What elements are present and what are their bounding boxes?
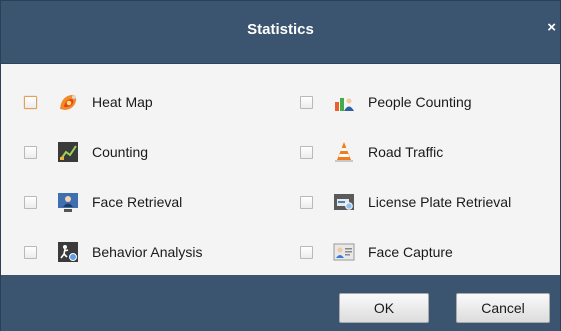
- face-retrieval-checkbox[interactable]: [24, 195, 37, 209]
- option-license-plate-retrieval[interactable]: License Plate Retrieval: [300, 187, 511, 217]
- option-face-capture[interactable]: Face Capture: [300, 237, 453, 267]
- road-traffic-checkbox[interactable]: [300, 145, 313, 159]
- face-capture-checkbox[interactable]: [300, 245, 313, 259]
- cancel-button[interactable]: Cancel: [456, 293, 550, 323]
- option-road-traffic[interactable]: Road Traffic: [300, 137, 443, 167]
- license-plate-retrieval-checkbox[interactable]: [300, 195, 313, 209]
- close-icon[interactable]: ×: [547, 19, 556, 36]
- road-traffic-label: Road Traffic: [368, 144, 444, 160]
- dialog-titlebar: Statistics ×: [1, 1, 560, 64]
- option-heat-map[interactable]: Heat Map: [24, 87, 153, 117]
- option-people-counting[interactable]: People Counting: [300, 87, 472, 117]
- option-counting[interactable]: Counting: [24, 137, 148, 167]
- road-traffic-icon: [333, 141, 355, 163]
- behavior-analysis-label: Behavior Analysis: [92, 244, 203, 260]
- heat-map-icon: [57, 91, 79, 113]
- counting-icon: [57, 141, 79, 163]
- people-counting-icon: [333, 91, 355, 113]
- option-face-retrieval[interactable]: Face Retrieval: [24, 187, 182, 217]
- behavior-analysis-checkbox[interactable]: [24, 245, 37, 259]
- license-plate-retrieval-label: License Plate Retrieval: [368, 194, 512, 210]
- dialog-title: Statistics: [247, 21, 314, 38]
- ok-button[interactable]: OK: [339, 293, 429, 323]
- statistics-dialog: Statistics × Heat Map Counting Face Retr…: [0, 0, 561, 331]
- face-retrieval-label: Face Retrieval: [92, 194, 183, 210]
- people-counting-checkbox[interactable]: [300, 95, 313, 109]
- behavior-analysis-icon: [57, 241, 79, 263]
- heat-map-checkbox[interactable]: [24, 95, 37, 109]
- face-capture-label: Face Capture: [368, 244, 453, 260]
- license-plate-retrieval-icon: [333, 191, 355, 213]
- heat-map-label: Heat Map: [92, 94, 153, 110]
- counting-checkbox[interactable]: [24, 145, 37, 159]
- counting-label: Counting: [92, 144, 149, 160]
- people-counting-label: People Counting: [368, 94, 472, 110]
- option-behavior-analysis[interactable]: Behavior Analysis: [24, 237, 203, 267]
- face-capture-icon: [333, 241, 355, 263]
- face-retrieval-icon: [57, 191, 79, 213]
